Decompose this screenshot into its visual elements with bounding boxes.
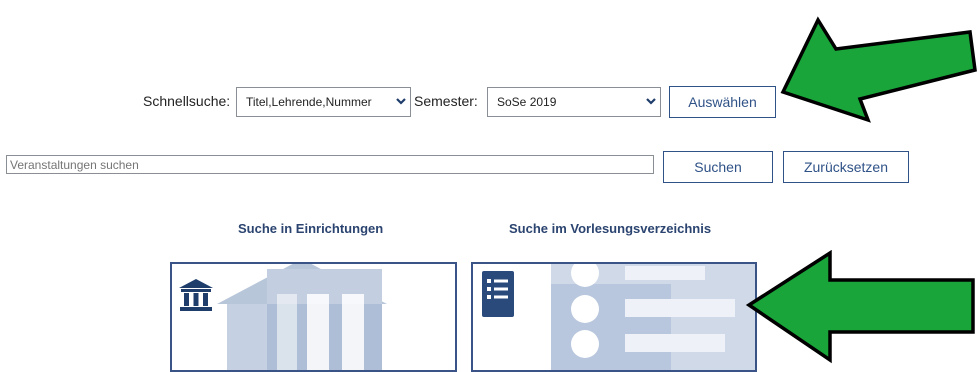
course-catalog-search-title[interactable]: Suche im Vorlesungsverzeichnis — [509, 221, 711, 236]
quick-search-mode-value: Titel,Lehrende,Nummer — [246, 95, 372, 109]
institution-search-tile[interactable] — [170, 262, 457, 372]
reset-button[interactable]: Zurücksetzen — [783, 151, 909, 183]
semester-value: SoSe 2019 — [497, 95, 557, 109]
institution-icon — [178, 278, 214, 317]
course-catalog-illustration — [551, 264, 755, 370]
event-search-input[interactable] — [6, 155, 654, 174]
institution-illustration — [217, 264, 387, 370]
search-button[interactable]: Suchen — [663, 151, 773, 183]
chevron-down-icon — [392, 96, 410, 108]
annotation-arrow-lower — [745, 250, 975, 364]
chevron-down-icon — [642, 96, 660, 108]
list-icon — [482, 271, 514, 322]
semester-select[interactable]: SoSe 2019 — [487, 87, 661, 117]
annotation-arrow-upper — [780, 16, 977, 123]
institution-search-title[interactable]: Suche in Einrichtungen — [238, 221, 383, 236]
quick-search-mode-select[interactable]: Titel,Lehrende,Nummer — [236, 87, 411, 117]
course-catalog-search-tile[interactable] — [471, 262, 757, 372]
semester-label: Semester: — [414, 93, 478, 109]
quick-search-label: Schnellsuche: — [143, 93, 231, 109]
choose-button[interactable]: Auswählen — [669, 86, 776, 118]
